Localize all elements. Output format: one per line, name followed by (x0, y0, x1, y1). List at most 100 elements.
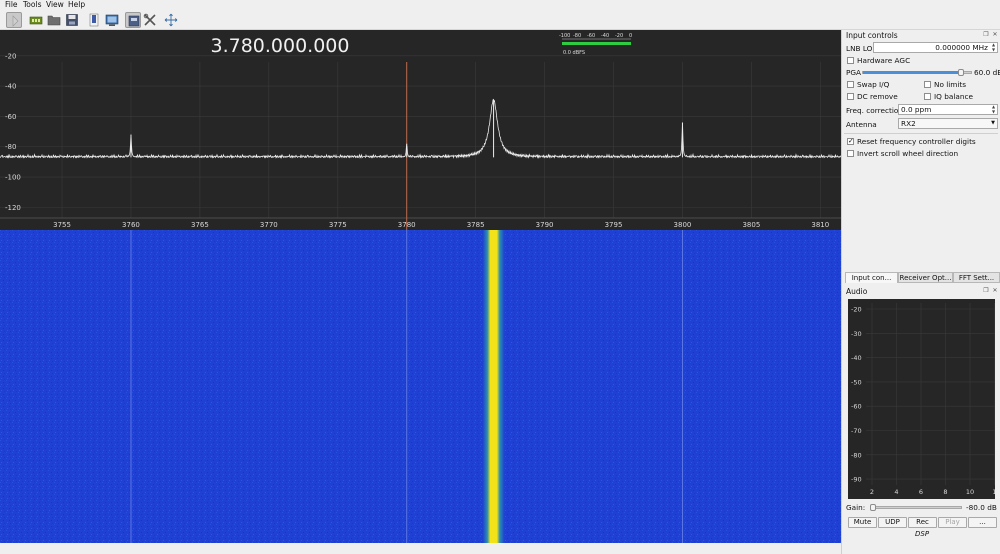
level-meter-tick: -80 (573, 33, 581, 39)
audio-x-tick-label: 2 (870, 488, 874, 496)
tab-fft-settings[interactable]: FFT Sett... (953, 272, 1000, 283)
audio-fft-canvas[interactable]: -20 -30 -40 -50 -60 -70 -80 -90 2 4 6 8 10 1 (848, 299, 995, 499)
reset-digits-checkbox[interactable]: ✓ (847, 138, 854, 145)
menu-file[interactable]: File (5, 0, 18, 10)
fft-plot[interactable]: -20-40-60-80-100-120 3755376037653770377… (0, 30, 841, 230)
audio-x-tick-label: 4 (894, 488, 898, 496)
level-meter-tick: 0 (629, 33, 632, 39)
lnb-lo-label: LNB LO (846, 44, 872, 53)
waterfall-signal-band (483, 230, 505, 543)
x-tick-label: 3785 (467, 221, 485, 229)
freq-correction-input[interactable]: 0.0 ppm ▲▼ (898, 104, 998, 115)
chevron-down-icon: ▼ (991, 119, 995, 128)
freq-correction-spin-icon[interactable]: ▲▼ (991, 105, 996, 114)
pga-label: PGA (846, 68, 861, 77)
input-controls-title: Input controls (846, 31, 898, 40)
open-folder-button[interactable] (46, 12, 62, 28)
audio-gain-value: -80.0 dB (966, 503, 997, 512)
y-tick-label: -100 (5, 174, 21, 182)
menu-help[interactable]: Help (68, 0, 85, 10)
settings-tools-button[interactable] (142, 12, 158, 28)
menu-bar: File Tools View Help (0, 0, 1000, 10)
audio-y-tick-label: -90 (851, 476, 862, 484)
status-bar (0, 543, 841, 554)
audio-y-tick-label: -20 (851, 306, 862, 314)
close-icon[interactable]: ✕ (992, 32, 998, 38)
level-meter-tick: -40 (601, 33, 609, 39)
udp-button[interactable]: UDP (878, 517, 907, 528)
x-tick-label: 3795 (605, 221, 623, 229)
save-button[interactable] (64, 12, 80, 28)
lnb-lo-input[interactable]: 0.000000 MHz ▲▼ (873, 42, 998, 53)
play-button[interactable]: Play (938, 517, 967, 528)
invert-scroll-checkbox[interactable] (847, 150, 854, 157)
audio-x-tick-label: 6 (919, 488, 923, 496)
freq-correction-label: Freq. correction (846, 106, 903, 115)
audio-y-tick-label: -60 (851, 403, 862, 411)
audio-y-tick-label: -40 (851, 354, 862, 362)
antenna-select[interactable]: RX2 ▼ (898, 118, 998, 129)
hardware-agc-checkbox[interactable] (847, 57, 854, 64)
iq-balance-checkbox[interactable] (924, 93, 931, 100)
antenna-label: Antenna (846, 120, 877, 129)
hardware-agc-label: Hardware AGC (857, 56, 910, 65)
lnb-lo-value: 0.000000 MHz (935, 43, 988, 52)
no-limits-label: No limits (934, 80, 966, 89)
audio-y-tick-label: -50 (851, 378, 862, 386)
pga-slider-handle[interactable] (958, 69, 964, 76)
menu-tools[interactable]: Tools (23, 0, 41, 10)
waterfall-canvas[interactable] (0, 230, 841, 543)
frequency-display[interactable]: 3.780.000.000 (210, 35, 349, 57)
audio-gain-slider[interactable] (870, 506, 962, 509)
swap-iq-checkbox[interactable] (847, 81, 854, 88)
audio-y-tick-label: -30 (851, 330, 862, 338)
level-meter-tick: -20 (615, 33, 623, 39)
lnb-lo-spin-icon[interactable]: ▲▼ (991, 43, 996, 52)
remote-control-button[interactable] (104, 12, 120, 28)
menu-view[interactable]: View (46, 0, 64, 10)
audio-x-tick-label: 8 (943, 488, 947, 496)
x-tick-label: 3770 (260, 221, 278, 229)
device-config-button[interactable] (28, 12, 44, 28)
iq-tool-button[interactable] (86, 12, 102, 28)
x-tick-label: 3810 (811, 221, 829, 229)
right-dock: Input controls ❐ ✕ LNB LO 0.000000 MHz ▲… (841, 30, 1000, 554)
audio-fft-plot[interactable]: -20 -30 -40 -50 -60 -70 -80 -90 2 4 6 8 10 1 (848, 299, 995, 499)
tab-receiver-options[interactable]: Receiver Opt... (898, 272, 953, 283)
tab-input-controls[interactable]: Input con... (845, 272, 898, 283)
dc-remove-checkbox[interactable] (847, 93, 854, 100)
reset-digits-label: Reset frequency controller digits (857, 137, 976, 146)
antenna-value: RX2 (901, 119, 916, 128)
pga-slider[interactable] (862, 71, 972, 74)
audio-footer-label: DSP (915, 530, 929, 538)
audio-options-button[interactable]: ... (968, 517, 997, 528)
waterfall-display[interactable] (0, 230, 841, 543)
no-limits-checkbox[interactable] (924, 81, 931, 88)
toolbar (0, 10, 1000, 30)
x-tick-label: 3755 (53, 221, 71, 229)
x-tick-label: 3765 (191, 221, 209, 229)
audio-float-icon[interactable]: ❐ (983, 288, 989, 294)
audio-gain-label: Gain: (846, 503, 865, 512)
audio-x-tick-label: 10 (966, 488, 974, 496)
rec-button[interactable]: Rec (908, 517, 937, 528)
audio-x-tick-label: 1 (992, 488, 995, 496)
audio-y-tick-label: -70 (851, 427, 862, 435)
spectrum-trace (0, 99, 841, 157)
audio-gain-handle[interactable] (870, 504, 876, 511)
fullscreen-button[interactable] (163, 12, 179, 28)
y-tick-label: -60 (5, 113, 16, 121)
audio-y-tick-label: -80 (851, 451, 862, 459)
svg-text:-100-80-60-40-200: -100-80-60-40-200 (559, 33, 632, 39)
fft-plot-canvas[interactable]: -20-40-60-80-100-120 3755376037653770377… (0, 30, 841, 230)
pga-value: 60.0 dB (974, 68, 1000, 77)
level-meter-tick: -60 (587, 33, 595, 39)
level-meter-unit: 0.0 dBFS (563, 50, 585, 56)
mute-button[interactable]: Mute (848, 517, 877, 528)
start-dsp-button[interactable] (6, 12, 22, 28)
audio-close-icon[interactable]: ✕ (992, 288, 998, 294)
y-tick-label: -120 (5, 204, 21, 212)
dock-panels-button[interactable] (125, 12, 141, 28)
float-icon[interactable]: ❐ (983, 32, 989, 38)
x-tick-label: 3805 (742, 221, 760, 229)
